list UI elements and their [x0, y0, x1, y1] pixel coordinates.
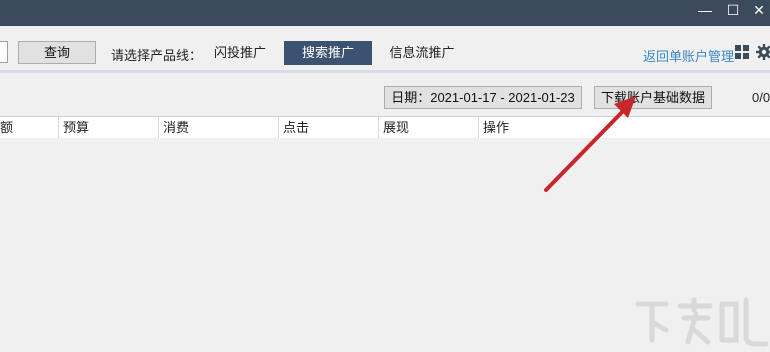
product-line-label: 请选择产品线：: [111, 48, 203, 63]
column-header[interactable]: 消费: [158, 117, 278, 138]
watermark-logo: [635, 297, 769, 347]
column-header[interactable]: 额: [0, 117, 58, 138]
tab-search-promotion[interactable]: 搜索推广: [284, 41, 372, 65]
page-count: 0/0: [752, 90, 770, 105]
query-button[interactable]: 查询: [18, 41, 96, 64]
toolbar: 查询 请选择产品线： 闪投推广 搜索推广 信息流推广 返回单账户管理: [0, 26, 770, 71]
date-range-picker[interactable]: 日期：2021-01-17 - 2021-01-23: [384, 86, 582, 109]
download-account-data-button[interactable]: 下载账户基础数据: [594, 86, 712, 109]
grid-icon[interactable]: [735, 45, 750, 60]
search-input[interactable]: [0, 41, 8, 63]
title-bar: — ☐ ✕: [0, 0, 770, 26]
minimize-button[interactable]: —: [694, 0, 716, 22]
column-header[interactable]: 点击: [278, 117, 378, 138]
gear-icon[interactable]: [756, 44, 770, 60]
divider: [0, 70, 770, 73]
column-header[interactable]: 预算: [58, 117, 158, 138]
close-button[interactable]: ✕: [748, 0, 770, 22]
tab-flash-promotion[interactable]: 闪投推广: [206, 41, 274, 65]
column-header[interactable]: 展现: [378, 117, 478, 138]
tab-feed-promotion[interactable]: 信息流推广: [384, 41, 460, 65]
table-header: 额 预算 消费 点击 展现 操作: [0, 116, 770, 139]
return-account-management-link[interactable]: 返回单账户管理: [643, 46, 734, 65]
column-header[interactable]: 操作: [478, 117, 770, 138]
maximize-button[interactable]: ☐: [722, 0, 744, 22]
